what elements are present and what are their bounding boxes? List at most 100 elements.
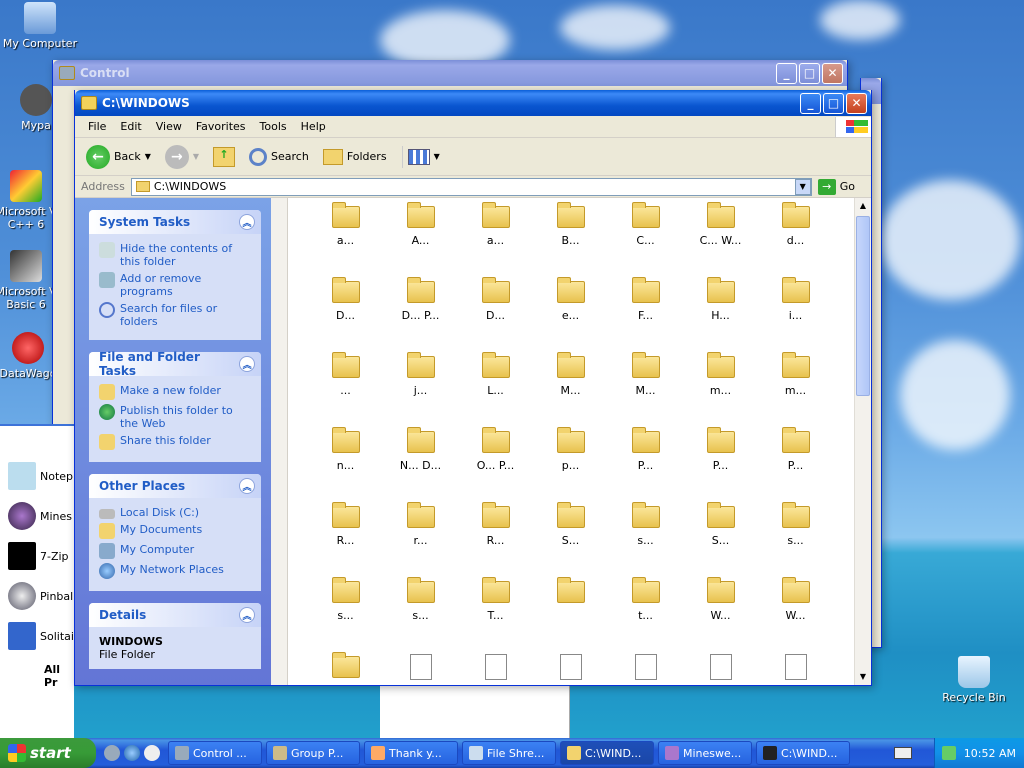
file-item[interactable] — [608, 652, 683, 685]
internet-explorer-icon[interactable] — [124, 745, 140, 761]
menu-file[interactable]: File — [81, 118, 113, 135]
start-menu-item-minesweeper[interactable]: Mines — [0, 496, 74, 536]
file-item[interactable]: m... — [758, 352, 833, 427]
file-item[interactable]: N... D... — [383, 427, 458, 502]
task-hide-contents[interactable]: Hide the contents of this folder — [99, 242, 253, 268]
address-input[interactable]: C:\WINDOWS ▼ — [130, 177, 812, 196]
close-button[interactable]: ✕ — [822, 62, 843, 84]
file-item[interactable]: D... — [458, 277, 533, 352]
file-item[interactable]: T... — [458, 577, 533, 652]
desktop-icon-vb[interactable]: Microsoft V Basic 6 — [0, 250, 58, 311]
control-titlebar[interactable]: Control _ □ ✕ — [53, 60, 847, 86]
clock[interactable]: 10:52 AM — [964, 747, 1016, 760]
start-menu-item-solitaire[interactable]: Solitai — [0, 616, 74, 656]
start-button[interactable]: start — [0, 738, 96, 768]
file-item[interactable]: F... — [608, 277, 683, 352]
task-pane-scrollbar[interactable] — [271, 198, 287, 685]
file-item[interactable]: S... — [683, 502, 758, 577]
minimize-button[interactable]: _ — [776, 62, 797, 84]
file-item[interactable]: C... — [608, 202, 683, 277]
task-publish-web[interactable]: Publish this folder to the Web — [99, 404, 253, 430]
views-button[interactable]: ▼ — [401, 145, 445, 168]
menu-tools[interactable]: Tools — [253, 118, 294, 135]
back-button[interactable]: ← Back ▼ — [81, 142, 156, 172]
file-item[interactable]: s... — [758, 502, 833, 577]
file-item[interactable]: P... — [608, 427, 683, 502]
settings-icon[interactable] — [104, 745, 120, 761]
menu-edit[interactable]: Edit — [113, 118, 148, 135]
address-dropdown-button[interactable]: ▼ — [794, 178, 811, 195]
file-item[interactable] — [308, 652, 383, 685]
file-item[interactable]: H... — [683, 277, 758, 352]
place-my-documents[interactable]: My Documents — [99, 523, 253, 539]
menu-view[interactable]: View — [149, 118, 189, 135]
menu-help[interactable]: Help — [294, 118, 333, 135]
details-header[interactable]: Details ︽ — [89, 603, 261, 627]
taskbar-button[interactable]: Mineswe... — [658, 741, 752, 765]
search-button[interactable]: Search — [244, 145, 314, 169]
explorer-titlebar[interactable]: C:\WINDOWS _ □ ✕ — [75, 90, 871, 116]
scroll-down-arrow[interactable]: ▼ — [855, 669, 871, 685]
close-button[interactable]: ✕ — [846, 92, 867, 114]
file-item[interactable]: D... — [308, 277, 383, 352]
file-item[interactable]: t... — [608, 577, 683, 652]
scroll-thumb[interactable] — [856, 216, 870, 396]
task-new-folder[interactable]: Make a new folder — [99, 384, 253, 400]
file-item[interactable]: n... — [308, 427, 383, 502]
network-tray-icon[interactable] — [941, 746, 956, 760]
file-item[interactable]: A... — [383, 202, 458, 277]
forward-button[interactable]: → ▼ — [160, 142, 204, 172]
file-item[interactable]: P... — [683, 427, 758, 502]
file-item[interactable]: W... — [758, 577, 833, 652]
file-item[interactable] — [533, 577, 608, 652]
maximize-button[interactable]: □ — [823, 92, 844, 114]
desktop-icon-recycle-bin[interactable]: Recycle Bin — [934, 656, 1014, 704]
vertical-scrollbar[interactable]: ▲ ▼ — [854, 198, 871, 685]
scroll-up-arrow[interactable]: ▲ — [855, 198, 871, 214]
start-menu-item-pinball[interactable]: Pinbal — [0, 576, 74, 616]
file-item[interactable]: p... — [533, 427, 608, 502]
file-item[interactable]: M... — [608, 352, 683, 427]
task-search-files[interactable]: Search for files or folders — [99, 302, 253, 328]
taskbar-button[interactable]: Group P... — [266, 741, 360, 765]
collapse-icon[interactable]: ︽ — [239, 478, 255, 494]
file-item[interactable]: C... W... — [683, 202, 758, 277]
file-folder-tasks-header[interactable]: File and Folder Tasks ︽ — [89, 350, 261, 378]
place-my-computer[interactable]: My Computer — [99, 543, 253, 559]
file-item[interactable]: i... — [758, 277, 833, 352]
file-item[interactable]: D... P... — [383, 277, 458, 352]
collapse-icon[interactable]: ︽ — [239, 607, 255, 623]
file-item[interactable]: s... — [308, 577, 383, 652]
folders-button[interactable]: Folders — [318, 146, 392, 168]
place-local-disk[interactable]: Local Disk (C:) — [99, 506, 253, 519]
task-add-remove-programs[interactable]: Add or remove programs — [99, 272, 253, 298]
taskbar-button[interactable]: Control ... — [168, 741, 262, 765]
taskbar-button[interactable]: File Shre... — [462, 741, 556, 765]
minimize-button[interactable]: _ — [800, 92, 821, 114]
file-item[interactable]: P... — [758, 427, 833, 502]
file-item[interactable] — [533, 652, 608, 685]
desktop-icon-vcpp[interactable]: Microsoft V C++ 6 — [0, 170, 58, 231]
file-item[interactable]: O... P... — [458, 427, 533, 502]
desktop-icon-my-computer[interactable]: My Computer — [0, 2, 80, 50]
file-item[interactable] — [758, 652, 833, 685]
menu-favorites[interactable]: Favorites — [189, 118, 253, 135]
file-item[interactable]: M... — [533, 352, 608, 427]
explorer-window[interactable]: C:\WINDOWS _ □ ✕ File Edit View Favorite… — [74, 90, 872, 686]
file-item[interactable]: m... — [683, 352, 758, 427]
media-player-icon[interactable] — [144, 745, 160, 761]
file-item[interactable]: R... — [308, 502, 383, 577]
file-item[interactable]: R... — [458, 502, 533, 577]
start-menu-item-7zip[interactable]: 7-Zip — [0, 536, 74, 576]
file-item[interactable]: S... — [533, 502, 608, 577]
maximize-button[interactable]: □ — [799, 62, 820, 84]
other-places-header[interactable]: Other Places ︽ — [89, 474, 261, 498]
file-item[interactable]: s... — [608, 502, 683, 577]
file-item[interactable]: a... — [458, 202, 533, 277]
file-item[interactable] — [683, 652, 758, 685]
go-button[interactable]: → Go — [817, 178, 871, 195]
file-item[interactable]: W... — [683, 577, 758, 652]
place-network[interactable]: My Network Places — [99, 563, 253, 579]
all-programs-button[interactable]: All Pr — [0, 656, 74, 696]
file-item[interactable]: j... — [383, 352, 458, 427]
